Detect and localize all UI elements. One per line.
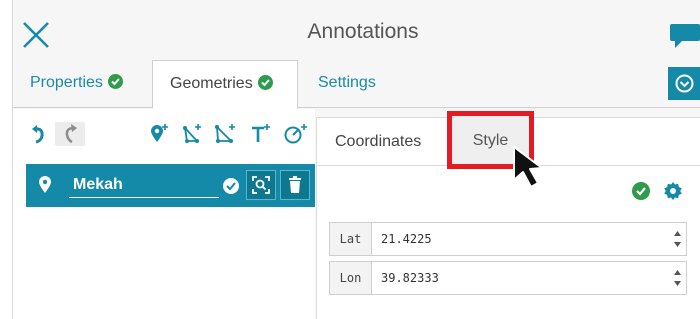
panel-header: Annotations <box>13 0 700 60</box>
main-tabs: Properties Geometries Settings <box>13 60 700 109</box>
add-polygon-button[interactable] <box>213 122 237 146</box>
download-button[interactable] <box>668 67 700 100</box>
settings-button[interactable] <box>663 181 683 201</box>
add-text-icon <box>252 124 270 142</box>
undo-button[interactable] <box>30 122 48 146</box>
zoom-to-button[interactable] <box>246 170 276 200</box>
zoom-to-icon <box>252 176 270 194</box>
lat-label: Lat <box>330 223 372 255</box>
tab-coordinates[interactable]: Coordinates <box>335 118 421 166</box>
check-circle-icon[interactable] <box>222 177 240 195</box>
delete-button[interactable] <box>280 170 310 200</box>
add-circle-icon <box>284 124 307 144</box>
add-circle-button[interactable] <box>283 122 309 146</box>
redo-icon <box>65 124 77 144</box>
tab-geometries[interactable]: Geometries <box>152 60 298 109</box>
redo-button[interactable] <box>55 122 85 146</box>
chat-icon <box>670 24 700 48</box>
lon-input[interactable] <box>372 262 672 294</box>
lon-label: Lon <box>330 262 372 294</box>
map-marker-icon <box>39 176 51 193</box>
trash-icon <box>289 176 301 193</box>
add-line-icon <box>183 124 201 143</box>
tab-properties[interactable]: Properties <box>30 60 123 108</box>
close-icon <box>23 22 49 48</box>
close-button[interactable] <box>21 20 51 50</box>
tab-settings-label: Settings <box>318 74 376 91</box>
confirm-button[interactable] <box>631 181 651 201</box>
lat-row: Lat <box>329 222 687 256</box>
chat-button[interactable] <box>669 22 700 50</box>
geometry-item[interactable]: Mekah <box>26 164 315 207</box>
gear-icon <box>664 182 682 200</box>
add-point-icon <box>151 124 168 142</box>
tab-properties-label: Properties <box>30 74 103 91</box>
tab-geometries-label: Geometries <box>170 75 253 92</box>
mouse-cursor-icon <box>513 146 543 188</box>
spinner-icon[interactable] <box>673 266 682 290</box>
download-circle-icon <box>675 74 694 93</box>
lon-row: Lon <box>329 261 687 295</box>
lat-input[interactable] <box>372 223 672 255</box>
add-text-button[interactable] <box>250 122 272 146</box>
geometry-name-field[interactable]: Mekah <box>69 174 219 198</box>
check-circle-icon <box>107 74 123 89</box>
sub-tabs: Coordinates Style <box>317 111 700 169</box>
add-point-button[interactable] <box>150 122 170 146</box>
undo-icon <box>32 125 44 144</box>
annotations-panel: Annotations Properties Geometries Settin… <box>12 0 700 319</box>
panel-title: Annotations <box>307 20 419 43</box>
add-polygon-icon <box>215 124 235 143</box>
check-circle-icon <box>632 182 650 200</box>
add-line-button[interactable] <box>181 122 203 146</box>
geometry-details-area: Coordinates Style Lat Lon <box>316 111 700 319</box>
check-circle-icon <box>257 75 273 90</box>
tab-settings[interactable]: Settings <box>318 60 376 108</box>
spinner-icon[interactable] <box>673 227 682 251</box>
geometry-list-area: Mekah <box>13 109 315 319</box>
